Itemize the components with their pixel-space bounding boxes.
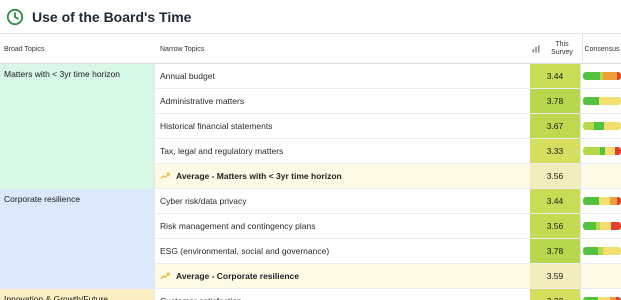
consensus-cell (580, 239, 621, 263)
narrow-topic-cell: Cyber risk/data privacy (160, 196, 247, 206)
broad-topic-cell: Innovation & Growth/Future (0, 289, 155, 300)
topic-group: Matters with < 3yr time horizon Annual bu… (0, 64, 621, 189)
survey-score: 3.59 (530, 264, 580, 288)
consensus-segment (602, 247, 621, 255)
survey-score: 3.56 (530, 164, 580, 188)
consensus-segment (617, 197, 621, 205)
consensus-segment (598, 197, 611, 205)
consensus-bar (583, 147, 621, 155)
consensus-segment (583, 72, 601, 80)
consensus-segment (600, 222, 612, 230)
broad-topic-cell: Corporate resilience (0, 189, 155, 289)
table-row[interactable]: Cyber risk/data privacy 3.44 (155, 189, 621, 214)
consensus-bar (583, 72, 621, 80)
trend-up-icon (160, 172, 170, 180)
consensus-bar (583, 97, 621, 105)
survey-score: 3.33 (530, 139, 580, 163)
narrow-topic-cell: Average - Matters with < 3yr time horizo… (155, 171, 530, 181)
consensus-cell (580, 64, 621, 88)
consensus-bar (583, 247, 621, 255)
average-row[interactable]: Average - Matters with < 3yr time horizo… (155, 164, 621, 189)
chart-icon[interactable] (531, 34, 541, 64)
consensus-cell (580, 139, 621, 163)
consensus-bar (583, 222, 621, 230)
table-row[interactable]: Administrative matters 3.78 (155, 89, 621, 114)
table-row[interactable]: Historical financial statements 3.67 (155, 114, 621, 139)
table-row[interactable]: Tax, legal and regulatory matters 3.33 (155, 139, 621, 164)
consensus-segment (583, 147, 601, 155)
consensus-bar (583, 122, 621, 130)
broad-topics-header[interactable]: Broad Topics (4, 34, 44, 64)
table-body: Matters with < 3yr time horizon Annual bu… (0, 64, 621, 300)
consensus-segment (603, 122, 621, 130)
clock-icon (6, 8, 24, 26)
narrow-topic-cell: Annual budget (160, 71, 215, 81)
table-row[interactable]: Risk management and contingency plans 3.5… (155, 214, 621, 239)
narrow-topic-cell: Customer satisfaction (155, 296, 530, 300)
consensus-segment (617, 72, 621, 80)
narrow-topic-cell: Average - Corporate resilience (155, 271, 530, 281)
consensus-segment (604, 147, 616, 155)
narrow-topic-cell: ESG (environmental, social and governanc… (160, 246, 330, 256)
topic-group: Corporate resilience Cyber risk/data priv… (0, 189, 621, 289)
consensus-cell (580, 189, 621, 213)
survey-score: 3.78 (530, 239, 580, 263)
survey-score: 3.44 (530, 64, 580, 88)
survey-score: 3.78 (530, 89, 580, 113)
consensus-segment (598, 97, 621, 105)
consensus-segment (583, 222, 597, 230)
narrow-topic-cell: Administrative matters (160, 96, 245, 106)
consensus-segment (611, 222, 621, 230)
page-title: Use of the Board's Time (32, 8, 192, 25)
consensus-header[interactable]: Consensus (582, 34, 621, 64)
consensus-segment (583, 122, 595, 130)
broad-topic-cell: Matters with < 3yr time horizon (0, 64, 155, 189)
this-survey-header[interactable]: This Survey (544, 34, 580, 64)
consensus-segment (603, 72, 618, 80)
consensus-cell (580, 264, 621, 288)
board-time-panel: Use of the Board's Time Broad Topics Nar… (0, 0, 621, 300)
table-row[interactable]: Customer satisfaction3.22 (155, 289, 621, 300)
consensus-cell (580, 114, 621, 138)
survey-score: 3.44 (530, 189, 580, 213)
table-row[interactable]: ESG (environmental, social and governanc… (155, 239, 621, 264)
narrow-topic-cell: Risk management and contingency plans (160, 221, 316, 231)
consensus-cell (580, 89, 621, 113)
narrow-topic-cell: Historical financial statements (160, 121, 273, 131)
average-label: Average - Corporate resilience (176, 271, 299, 281)
consensus-segment (583, 197, 599, 205)
survey-score: 3.22 (530, 289, 580, 300)
consensus-cell (580, 289, 621, 300)
consensus-segment (583, 247, 599, 255)
topic-group: Innovation & Growth/FutureCustomer satis… (0, 289, 621, 300)
consensus-cell (580, 164, 621, 188)
consensus-segment (615, 147, 621, 155)
narrow-topics-header[interactable]: Narrow Topics (160, 34, 204, 64)
consensus-segment (610, 197, 618, 205)
consensus-bar (583, 197, 621, 205)
title-bar: Use of the Board's Time (0, 0, 621, 34)
table-header: Broad Topics Narrow Topics This Survey C… (0, 34, 621, 64)
trend-up-icon (160, 272, 170, 280)
average-label: Average - Matters with < 3yr time horizo… (176, 171, 342, 181)
narrow-topic-cell: Tax, legal and regulatory matters (160, 146, 284, 156)
this-survey-header-label: This Survey (551, 41, 573, 56)
survey-score: 3.67 (530, 114, 580, 138)
average-row[interactable]: Average - Corporate resilience 3.59 (155, 264, 621, 289)
consensus-segment (583, 97, 599, 105)
survey-score: 3.56 (530, 214, 580, 238)
consensus-segment (594, 122, 604, 130)
consensus-cell (580, 214, 621, 238)
table-row[interactable]: Annual budget 3.44 (155, 64, 621, 89)
